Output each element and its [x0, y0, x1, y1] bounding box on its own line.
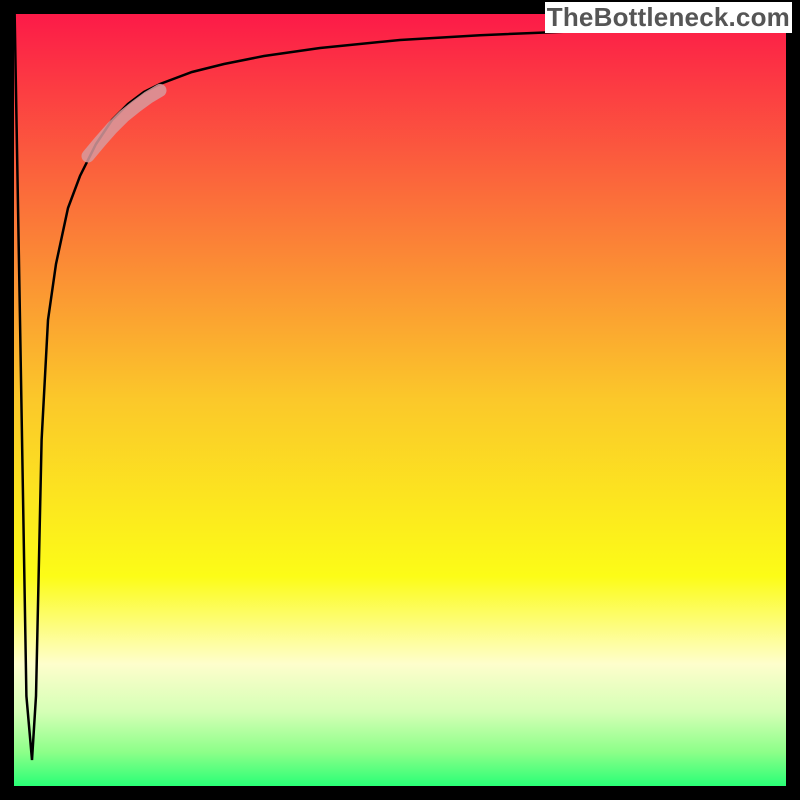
chart-svg: [0, 0, 800, 800]
bottleneck-chart: TheBottleneck.com: [0, 0, 800, 800]
watermark-label: TheBottleneck.com: [545, 2, 792, 33]
plot-area: [0, 0, 800, 800]
